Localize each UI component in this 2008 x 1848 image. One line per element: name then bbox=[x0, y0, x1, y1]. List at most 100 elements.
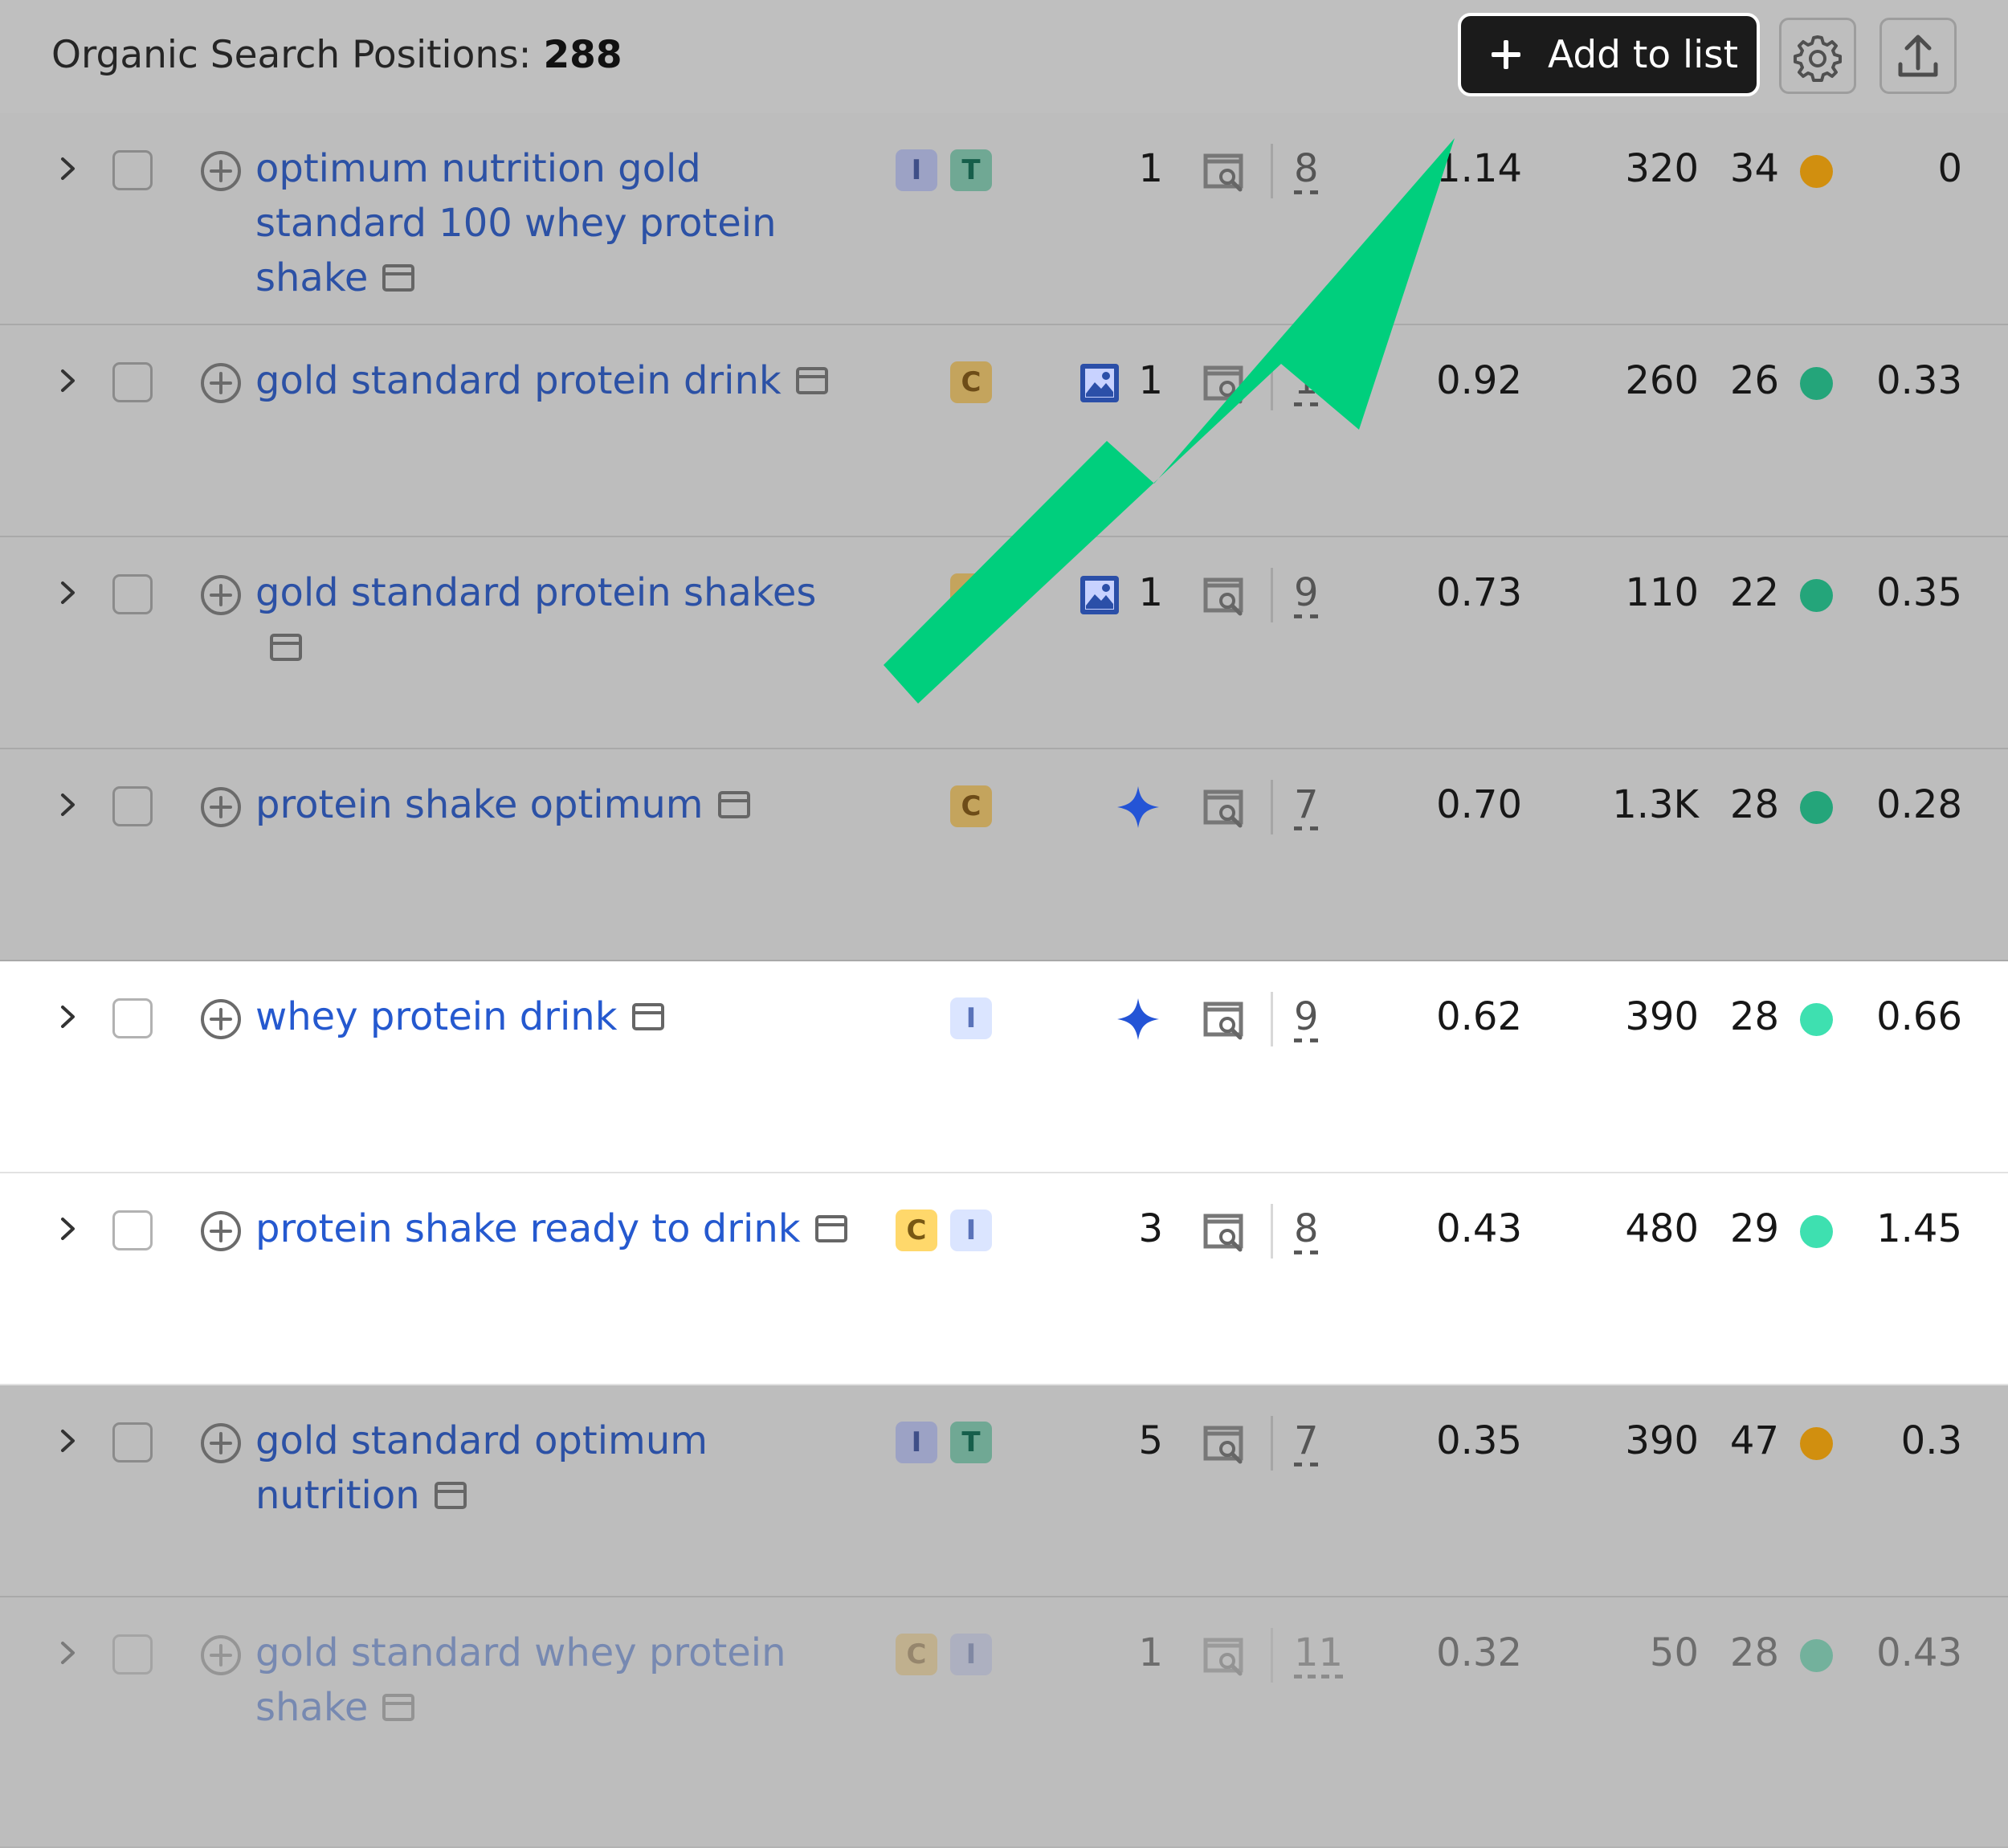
keyword-link[interactable]: gold standard whey protein shake bbox=[255, 1626, 850, 1738]
add-keyword-button[interactable] bbox=[199, 149, 243, 193]
serp-preview-button[interactable] bbox=[1202, 363, 1247, 405]
serp-preview-button[interactable] bbox=[1202, 1211, 1247, 1253]
table-row[interactable]: protein shake ready to drink CI 3 8 0.43… bbox=[0, 1173, 2008, 1385]
table-row[interactable]: gold standard optimum nutrition IT 5 7 0… bbox=[0, 1385, 2008, 1597]
serp-search-icon bbox=[1202, 787, 1247, 829]
serp-snippet-icon[interactable] bbox=[631, 993, 666, 1047]
add-to-list-button[interactable]: Add to list bbox=[1458, 13, 1760, 96]
keyword-link[interactable]: protein shake ready to drink bbox=[255, 1201, 850, 1259]
row-checkbox[interactable] bbox=[112, 1422, 153, 1462]
table-row[interactable]: whey protein drink I 9 0.62 390 28 0.66 bbox=[0, 961, 2008, 1173]
row-checkbox[interactable] bbox=[112, 362, 153, 402]
serp-snippet-icon[interactable] bbox=[716, 781, 752, 835]
keyword-text: gold standard protein drink bbox=[255, 358, 782, 403]
trend-value: 1.45 bbox=[1823, 1201, 1962, 1256]
volume-value: 50 bbox=[1526, 1626, 1699, 1680]
export-button[interactable] bbox=[1879, 18, 1957, 94]
serp-search-icon bbox=[1202, 1635, 1247, 1677]
chevron-right-icon bbox=[55, 579, 82, 606]
keyword-difficulty-value: 28 bbox=[1703, 777, 1779, 832]
add-keyword-button[interactable] bbox=[199, 1210, 243, 1253]
serp-features-count[interactable]: 7 bbox=[1294, 1414, 1319, 1468]
serp-features-count[interactable]: 9 bbox=[1294, 989, 1319, 1044]
serp-snippet-icon[interactable] bbox=[268, 623, 304, 678]
serp-preview-button[interactable] bbox=[1202, 999, 1247, 1041]
add-keyword-button[interactable] bbox=[199, 1634, 243, 1677]
expand-row-button[interactable] bbox=[55, 1639, 82, 1666]
serp-features-count[interactable]: 11 bbox=[1294, 1626, 1343, 1680]
row-checkbox[interactable] bbox=[112, 786, 153, 826]
add-keyword-button[interactable] bbox=[199, 573, 243, 617]
serp-preview-button[interactable] bbox=[1202, 575, 1247, 617]
serp-features-count[interactable]: 1 bbox=[1294, 353, 1319, 408]
add-keyword-button[interactable] bbox=[199, 1422, 243, 1465]
trend-value: 0.3 bbox=[1823, 1414, 1962, 1468]
keyword-link[interactable]: gold standard protein shakes bbox=[255, 565, 850, 678]
serp-preview-button[interactable] bbox=[1202, 1635, 1247, 1677]
table-row[interactable]: optimum nutrition gold standard 100 whey… bbox=[0, 113, 2008, 325]
plus-circle-icon bbox=[199, 149, 243, 193]
row-checkbox[interactable] bbox=[112, 150, 153, 190]
serp-features-count[interactable]: 9 bbox=[1294, 565, 1319, 620]
title-count: 288 bbox=[543, 33, 622, 77]
volume-value: 320 bbox=[1526, 141, 1699, 196]
serp-preview-button[interactable] bbox=[1202, 151, 1247, 193]
serp-snippet-icon[interactable] bbox=[814, 1205, 849, 1259]
column-divider bbox=[1271, 992, 1273, 1046]
keyword-difficulty-value: 28 bbox=[1703, 989, 1779, 1044]
expand-row-button[interactable] bbox=[55, 367, 82, 394]
serp-features-count[interactable]: 8 bbox=[1294, 141, 1319, 196]
keyword-link[interactable]: optimum nutrition gold standard 100 whey… bbox=[255, 141, 850, 308]
row-checkbox[interactable] bbox=[112, 574, 153, 614]
row-checkbox[interactable] bbox=[112, 1634, 153, 1675]
serp-features-count[interactable]: 7 bbox=[1294, 777, 1319, 832]
table-row[interactable]: protein shake optimum C 7 0.70 1.3K 28 0… bbox=[0, 749, 2008, 961]
ai-overview-icon bbox=[1116, 997, 1161, 1042]
expand-row-button[interactable] bbox=[55, 1003, 82, 1030]
add-to-list-label: Add to list bbox=[1548, 33, 1738, 77]
serp-snippet-icon[interactable] bbox=[381, 1683, 416, 1738]
keyword-link[interactable]: protein shake optimum bbox=[255, 777, 850, 835]
serp-snippet-icon[interactable] bbox=[433, 1471, 468, 1526]
keyword-text: optimum nutrition gold standard 100 whey… bbox=[255, 146, 777, 300]
window-icon bbox=[381, 262, 416, 294]
window-icon bbox=[716, 789, 752, 821]
column-divider bbox=[1271, 568, 1273, 622]
serp-preview-button[interactable] bbox=[1202, 787, 1247, 829]
plus-circle-icon bbox=[199, 573, 243, 617]
expand-row-button[interactable] bbox=[55, 791, 82, 818]
row-checkbox[interactable] bbox=[112, 998, 153, 1038]
add-keyword-button[interactable] bbox=[199, 997, 243, 1041]
table-row[interactable]: gold standard whey protein shake CI 1 11… bbox=[0, 1597, 2008, 1848]
volume-value: 480 bbox=[1526, 1201, 1699, 1256]
keyword-link[interactable]: whey protein drink bbox=[255, 989, 850, 1047]
row-checkbox[interactable] bbox=[112, 1210, 153, 1250]
serp-snippet-icon[interactable] bbox=[381, 254, 416, 308]
position-value: 5 bbox=[1107, 1414, 1163, 1468]
ai-overview-icon bbox=[1116, 785, 1161, 830]
position-value: 1 bbox=[1107, 141, 1163, 196]
serp-preview-button[interactable] bbox=[1202, 1423, 1247, 1465]
keyword-difficulty-value: 22 bbox=[1703, 565, 1779, 620]
trend-value: 0 bbox=[1823, 141, 1962, 196]
add-keyword-button[interactable] bbox=[199, 361, 243, 405]
column-divider bbox=[1271, 1416, 1273, 1471]
serp-snippet-icon[interactable] bbox=[794, 357, 830, 411]
keyword-link[interactable]: gold standard protein drink bbox=[255, 353, 850, 411]
serp-search-icon bbox=[1202, 151, 1247, 193]
intent-badge: I bbox=[950, 997, 992, 1039]
intent-badge: C bbox=[896, 1210, 937, 1251]
keyword-link[interactable]: gold standard optimum nutrition bbox=[255, 1414, 850, 1526]
serp-features-count[interactable]: 8 bbox=[1294, 1201, 1319, 1256]
expand-row-button[interactable] bbox=[55, 1427, 82, 1454]
add-keyword-button[interactable] bbox=[199, 785, 243, 829]
table-row[interactable]: gold standard protein drink C 1 1 0.92 2… bbox=[0, 325, 2008, 537]
window-icon bbox=[433, 1479, 468, 1511]
table-row[interactable]: gold standard protein shakes C 1 9 0.73 … bbox=[0, 537, 2008, 749]
expand-row-button[interactable] bbox=[55, 155, 82, 182]
cpc-value: 0.62 bbox=[1361, 989, 1522, 1044]
expand-row-button[interactable] bbox=[55, 579, 82, 606]
cpc-value: 0.73 bbox=[1361, 565, 1522, 620]
settings-button[interactable] bbox=[1779, 18, 1856, 94]
expand-row-button[interactable] bbox=[55, 1215, 82, 1242]
